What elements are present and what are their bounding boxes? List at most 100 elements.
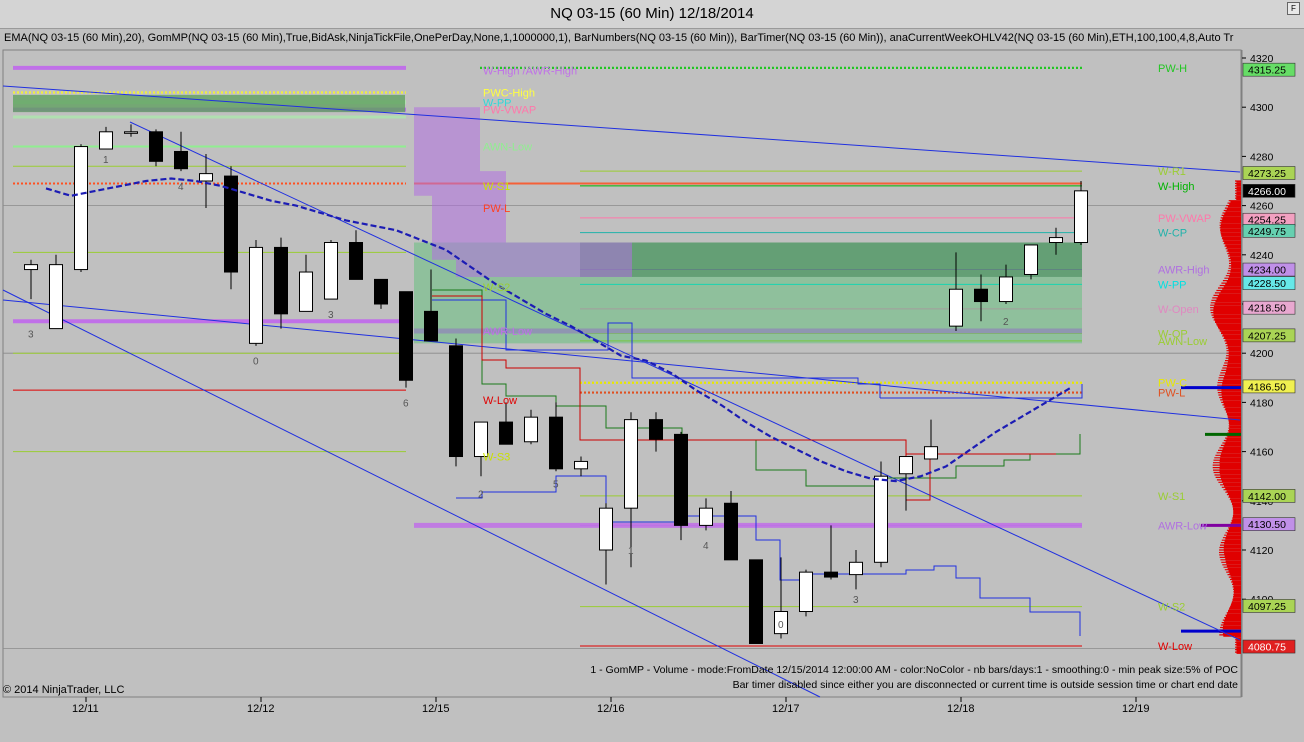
candle-body [424,310,438,342]
level-label: W-PP [1158,279,1187,291]
candle-body [874,475,888,563]
candle-body [549,416,563,470]
candle-body [24,264,38,271]
level-label: W-S1 [1158,491,1185,503]
candle [99,126,113,150]
price-marker-label: 4234.00 [1248,265,1286,277]
price-tick-label: 4280 [1250,151,1274,163]
candle [724,490,738,561]
candle-body [99,131,113,150]
time-tick-label: 12/19 [1122,703,1150,715]
time-tick-label: 12/18 [947,703,975,715]
candle [399,291,413,388]
candle [824,525,838,580]
bar-number: 0 [778,620,784,631]
range-line [880,384,1083,399]
candle [249,240,263,346]
price-chart[interactable]: 3 1 4 0 3 6 2 5 1 4 0 3 2 PW-H W-R1 W-High PW-VWAP W-CP A… [0,0,1304,742]
level-label: W-Low [1158,641,1192,653]
price-tick-label: 4200 [1250,348,1274,360]
step-line-lower [456,475,1081,636]
candle-body [949,288,963,327]
value-area-core-zone [580,242,1082,277]
candle [749,559,763,644]
candle-body [799,571,813,613]
candle [874,461,888,568]
price-tick-label: 4240 [1250,250,1274,262]
price-tick-label: 4180 [1250,397,1274,409]
prior-level-label: AWN-Low [483,142,532,154]
bar-timer-info-text: Bar timer disabled since either you are … [732,679,1238,691]
candle [899,456,913,511]
bar-number: 3 [28,330,34,341]
price-marker-label: 4207.25 [1248,330,1286,342]
candle-body [249,246,263,344]
candle-body [499,421,513,445]
bar-number: 1 [103,155,109,166]
candle [74,144,88,273]
prior-level-label: AWR-Low [483,326,532,338]
prior-level-label: PW-L [483,203,510,215]
candle-body [1074,190,1088,243]
candle-body [674,433,688,526]
candle-body [899,456,913,475]
bar-number: 6 [403,398,409,409]
candle-body [349,242,363,280]
price-marker-label: 4249.75 [1248,226,1286,238]
candle-body [649,419,663,440]
level-label: AWR-High [1158,265,1210,277]
candle [24,259,38,300]
candle-body [999,276,1013,303]
price-marker-label: 4097.25 [1248,601,1286,613]
level-label: W-R1 [1158,166,1186,178]
candle-body [574,460,588,470]
bar-number: 5 [553,480,559,491]
prior-level-label: W-High /AWR-High [483,65,577,77]
prior-level-label: W-Low [483,395,517,407]
candle [499,402,513,445]
price-marker-label: 4266.00 [1248,186,1286,198]
candle [624,412,638,568]
candle-body [924,446,938,460]
candle [549,402,563,472]
bar-number: 0 [253,357,259,368]
level-label: W-Open [1158,304,1199,316]
candle-body [974,288,988,303]
candle-body [524,416,538,443]
prior-level-label: W-S3 [483,452,510,464]
gommp-info-text: 1 - GomMP - Volume - mode:FromDate 12/15… [590,664,1238,676]
candle-body [399,291,413,381]
copyright-text: © 2014 NinjaTrader, LLC [3,684,125,696]
bar-number: 4 [178,182,184,193]
prior-level-label: W-S2 [483,282,510,294]
price-axis: 4320430042804260424042204200418041604140… [1241,50,1296,697]
price-tick-label: 4160 [1250,447,1274,459]
bar-number: 1 [628,546,634,557]
candle-body [449,345,463,458]
time-axis: 12/11 12/12 12/15 12/16 12/17 12/18 12/19 [72,697,1150,715]
candle [224,166,238,290]
candle-body [699,507,713,526]
zones-layer [13,94,1082,344]
bar-number: 2 [1003,317,1009,328]
candle [149,129,163,167]
candle-body [274,246,288,315]
price-marker-label: 4273.25 [1248,168,1286,180]
candle [474,421,488,477]
trendline [2,85,1241,173]
bar-number: 4 [703,541,709,552]
candle-body [1024,244,1038,275]
bar-number: 3 [328,310,334,321]
candle-body [324,242,338,300]
level-label: PW-VWAP [1158,213,1211,225]
candle [449,338,463,467]
price-marker-label: 4080.75 [1248,642,1286,654]
price-marker-label: 4142.00 [1248,491,1286,503]
trendline [129,121,1241,641]
level-label: W-CP [1158,228,1187,240]
candle [674,431,688,541]
candle [849,550,863,590]
candle [374,278,388,309]
candle-body [149,131,163,162]
candle-body [1049,237,1063,244]
